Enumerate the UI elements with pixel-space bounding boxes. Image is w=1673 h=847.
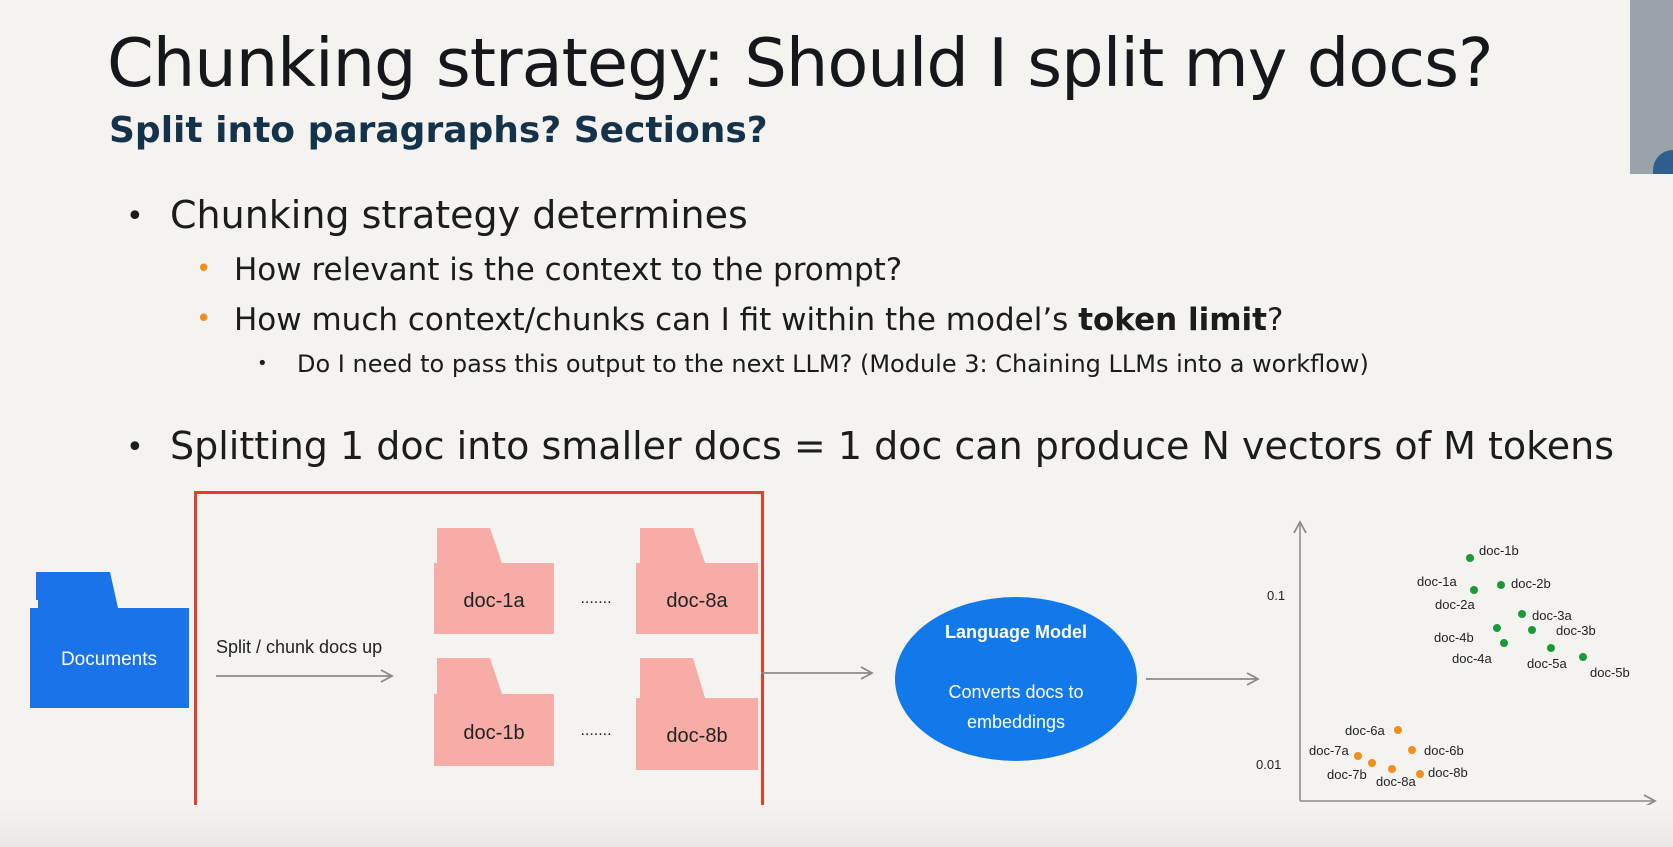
point-doc-6a	[1394, 726, 1402, 734]
point-label: doc-7a	[1309, 743, 1350, 758]
point-label: doc-6a	[1345, 723, 1386, 738]
model-desc-line1: Converts docs to	[948, 682, 1083, 702]
point-label: doc-3b	[1556, 623, 1596, 638]
point-doc-4b	[1493, 624, 1501, 632]
point-label: doc-5b	[1590, 665, 1630, 680]
point-doc-7a	[1354, 752, 1362, 760]
point-doc-8b	[1416, 770, 1424, 778]
model-title: Language Model	[945, 622, 1087, 642]
chunk-label: doc-8b	[666, 725, 727, 747]
point-doc-6b	[1408, 746, 1416, 754]
y-tick-label: 0.01	[1256, 757, 1281, 772]
chunk-label: doc-1b	[463, 722, 524, 744]
point-label: doc-6b	[1424, 743, 1464, 758]
point-label: doc-2b	[1511, 576, 1551, 591]
point-doc-8a	[1388, 765, 1396, 773]
chunking-diagram: Documents Split / chunk docs up doc-1a d…	[30, 520, 1657, 808]
split-label: Split / chunk docs up	[216, 637, 382, 657]
chunk-label: doc-1a	[463, 590, 525, 612]
point-doc-7b	[1368, 759, 1376, 767]
y-tick-label: 0.1	[1267, 588, 1285, 603]
point-doc-5b	[1579, 653, 1587, 661]
documents-folder-icon: Documents	[30, 572, 189, 708]
point-doc-5a	[1547, 644, 1555, 652]
point-label: doc-5a	[1527, 656, 1568, 671]
documents-label: Documents	[61, 649, 157, 670]
point-label: doc-4a	[1452, 651, 1493, 666]
chunk-ellipsis: .......	[580, 590, 611, 607]
point-label: doc-8a	[1376, 774, 1417, 789]
point-doc-2b	[1497, 581, 1505, 589]
point-doc-1a	[1470, 586, 1478, 594]
embedding-scatter-plot: 0.1 0.01 doc-1b doc-1a doc-2b doc-2a doc…	[1256, 520, 1657, 808]
chunk-folder-doc-8b: doc-8b	[636, 658, 758, 770]
language-model-node: Language Model Converts docs to embeddin…	[895, 597, 1137, 761]
point-label: doc-7b	[1327, 767, 1367, 782]
point-label: doc-4b	[1434, 630, 1474, 645]
chunk-folder-doc-1b: doc-1b	[434, 658, 554, 766]
point-label: doc-2a	[1435, 597, 1476, 612]
point-doc-4a	[1500, 639, 1508, 647]
point-label: doc-3a	[1532, 608, 1573, 623]
chunk-label: doc-8a	[666, 590, 728, 612]
bottom-edge-shade	[0, 805, 1673, 847]
model-desc-line2: embeddings	[967, 712, 1065, 732]
point-doc-1b	[1466, 554, 1474, 562]
point-label: doc-1a	[1417, 574, 1458, 589]
chunk-folder-doc-1a: doc-1a	[434, 528, 554, 634]
point-label: doc-8b	[1428, 765, 1468, 780]
chunk-folder-doc-8a: doc-8a	[636, 528, 758, 634]
chunk-ellipsis: .......	[580, 722, 611, 739]
point-label: doc-1b	[1479, 543, 1519, 558]
point-doc-3b	[1528, 626, 1536, 634]
point-doc-3a	[1518, 610, 1526, 618]
